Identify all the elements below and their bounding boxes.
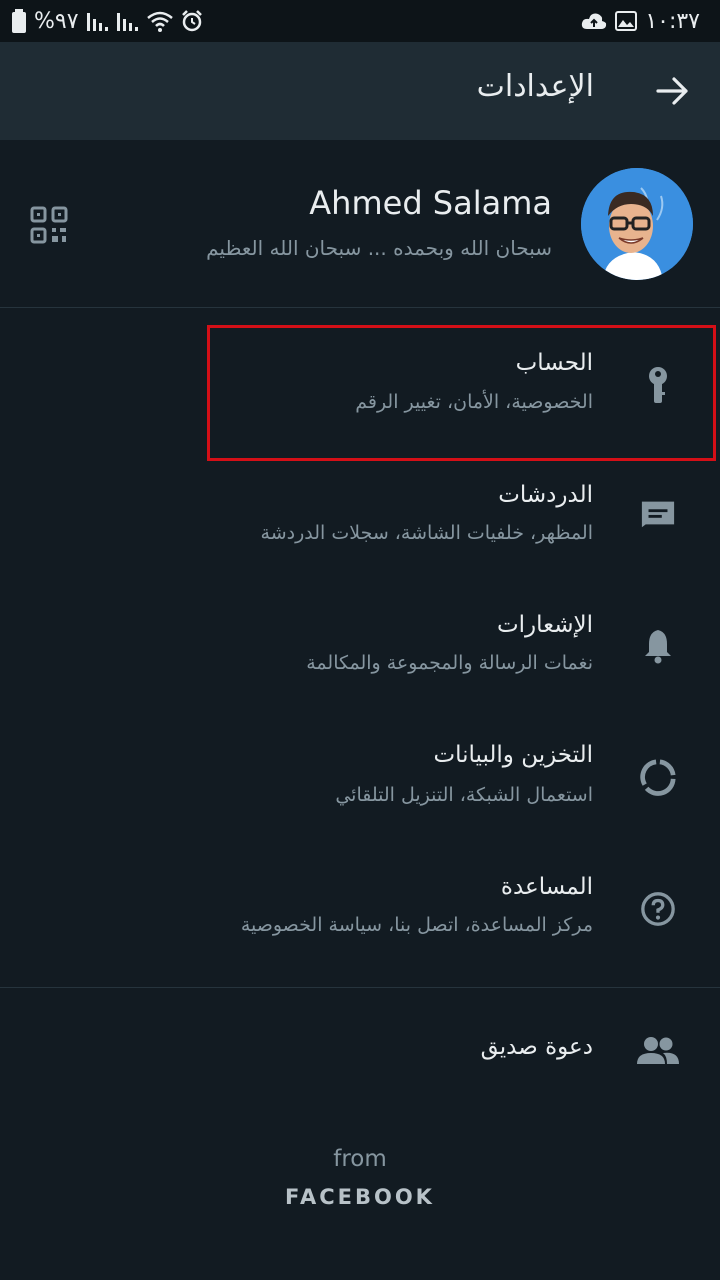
wifi-icon bbox=[146, 11, 173, 32]
qr-code-icon[interactable] bbox=[30, 206, 68, 244]
settings-item-subtitle: مركز المساعدة، اتصل بنا، سياسة الخصوصية bbox=[240, 914, 593, 936]
bell-icon bbox=[640, 626, 676, 666]
settings-item-label: التخزين والبيانات bbox=[433, 742, 593, 768]
help-icon bbox=[640, 889, 676, 929]
status-right: ١٠:٣٧ bbox=[581, 9, 700, 34]
footer-brand: FACEBOOK bbox=[285, 1185, 435, 1209]
cloud-upload-icon bbox=[582, 13, 607, 29]
settings-item-subtitle: نغمات الرسالة والمجموعة والمكالمة bbox=[306, 652, 593, 674]
settings-item-label: المساعدة bbox=[500, 874, 593, 900]
signal-icon bbox=[86, 13, 108, 31]
settings-item-subtitle: الخصوصية، الأمان، تغيير الرقم bbox=[355, 391, 593, 413]
battery-level: %٩٧ bbox=[34, 8, 79, 34]
settings-item-label: الدردشات bbox=[498, 482, 593, 508]
clock: ١٠:٣٧ bbox=[645, 8, 700, 34]
profile-section[interactable]: Ahmed Salama سبحان الله وبحمده ... سبحان… bbox=[0, 140, 720, 308]
data-usage-icon bbox=[640, 757, 676, 797]
status-left: %٩٧ bbox=[12, 9, 203, 34]
profile-about: سبحان الله وبحمده ... سبحان الله العظيم bbox=[206, 236, 552, 260]
settings-item-account[interactable]: الحساب الخصوصية، الأمان، تغيير الرقم bbox=[0, 325, 720, 455]
avatar[interactable] bbox=[581, 168, 693, 280]
image-icon bbox=[615, 11, 638, 31]
settings-item-notifications[interactable]: الإشعارات نغمات الرسالة والمجموعة والمكا… bbox=[0, 592, 720, 722]
divider bbox=[0, 987, 720, 988]
settings-item-help[interactable]: المساعدة مركز المساعدة، اتصل بنا، سياسة … bbox=[0, 856, 720, 986]
avatar-illustration bbox=[581, 168, 693, 280]
settings-item-invite[interactable]: دعوة صديق bbox=[0, 1000, 720, 1110]
footer-from: from bbox=[333, 1146, 387, 1172]
settings-item-storage[interactable]: التخزين والبيانات استعمال الشبكة، التنزي… bbox=[0, 724, 720, 854]
settings-item-label: الحساب bbox=[515, 350, 593, 376]
settings-item-chats[interactable]: الدردشات المظهر، خلفيات الشاشة، سجلات ال… bbox=[0, 460, 720, 590]
alarm-icon bbox=[181, 10, 202, 32]
profile-name: Ahmed Salama bbox=[309, 184, 552, 222]
signal-icon-2 bbox=[116, 13, 138, 31]
settings-item-subtitle: استعمال الشبكة، التنزيل التلقائي bbox=[335, 784, 593, 806]
back-arrow-icon[interactable] bbox=[654, 73, 690, 109]
status-bar: %٩٧ ١٠:٣٧ bbox=[0, 0, 720, 42]
page-title: الإعدادات bbox=[476, 69, 594, 104]
app-bar: الإعدادات bbox=[0, 42, 720, 140]
chat-icon bbox=[640, 494, 676, 534]
settings-item-subtitle: المظهر، خلفيات الشاشة، سجلات الدردشة bbox=[260, 522, 593, 544]
people-icon bbox=[637, 1031, 679, 1071]
settings-item-label: الإشعارات bbox=[496, 612, 593, 638]
invite-label: دعوة صديق bbox=[480, 1034, 593, 1060]
key-icon bbox=[640, 366, 676, 406]
battery-icon bbox=[12, 9, 26, 33]
